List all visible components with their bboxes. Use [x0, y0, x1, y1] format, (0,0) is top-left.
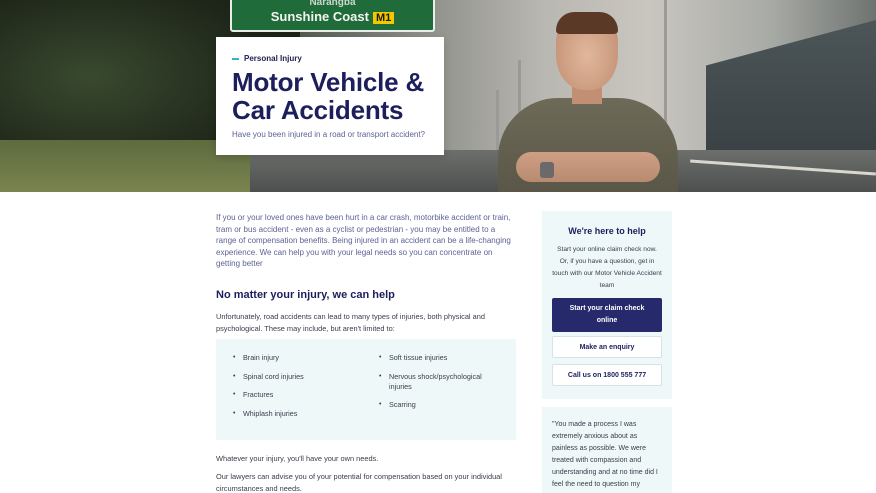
- list-item: Whiplash injuries: [233, 409, 351, 419]
- eyebrow: Personal Injury: [232, 54, 428, 63]
- make-enquiry-button[interactable]: Make an enquiry: [552, 336, 662, 358]
- list-item: Fractures: [233, 390, 351, 400]
- list-item: Scarring: [379, 400, 497, 410]
- hero-person-photo: [498, 12, 678, 192]
- list-item: Nervous shock/psychological injuries: [379, 372, 497, 392]
- hero-building: [706, 20, 876, 150]
- hero-card: Personal Injury Motor Vehicle & Car Acci…: [216, 37, 444, 155]
- road-sign-route: M1: [372, 12, 395, 24]
- page-subtitle: Have you been injured in a road or trans…: [232, 130, 426, 139]
- person-arms: [516, 152, 660, 182]
- testimonial-card: "You made a process I was extremely anxi…: [542, 407, 672, 493]
- injury-list-left: Brain injury Spinal cord injuries Fractu…: [233, 353, 351, 427]
- call-us-button[interactable]: Call us on 1800 555 777: [552, 364, 662, 386]
- list-item: Spinal cord injuries: [233, 372, 351, 382]
- list-item: Soft tissue injuries: [379, 353, 497, 363]
- road-sign: Narangba Sunshine Coast M1: [230, 0, 435, 32]
- injury-list-panel: Brain injury Spinal cord injuries Fractu…: [216, 339, 516, 440]
- road-sign-destination: Sunshine Coast: [270, 9, 369, 24]
- help-sidebar-card: We're here to help Start your online cla…: [542, 211, 672, 399]
- person-hair: [556, 12, 618, 34]
- section-heading: No matter your injury, we can help: [216, 288, 395, 301]
- sidebar-text: Start your online claim check now. Or, i…: [552, 246, 662, 289]
- eyebrow-dash-icon: [232, 57, 239, 60]
- start-claim-button[interactable]: Start your claim check online: [552, 298, 662, 332]
- person-watch: [540, 162, 554, 178]
- road-sign-main: Sunshine Coast M1: [271, 9, 395, 24]
- injury-intro-paragraph: Unfortunately, road accidents can lead t…: [216, 311, 485, 333]
- eyebrow-label: Personal Injury: [244, 54, 302, 63]
- injury-list-right: Soft tissue injuries Nervous shock/psych…: [379, 353, 497, 419]
- list-item: Brain injury: [233, 353, 351, 363]
- intro-paragraph: If you or your loved ones have been hurt…: [216, 213, 511, 269]
- page-title: Motor Vehicle & Car Accidents: [232, 67, 425, 125]
- needs-paragraph: Whatever your injury, you'll have your o…: [216, 454, 379, 463]
- road-sign-top: Narangba: [309, 0, 356, 8]
- sidebar-title: We're here to help: [568, 226, 646, 236]
- testimonial-quote: "You made a process I was extremely anxi…: [552, 421, 658, 488]
- main-content: If you or your loved ones have been hurt…: [216, 212, 516, 493]
- advice-paragraph: Our lawyers can advise you of your poten…: [216, 472, 502, 493]
